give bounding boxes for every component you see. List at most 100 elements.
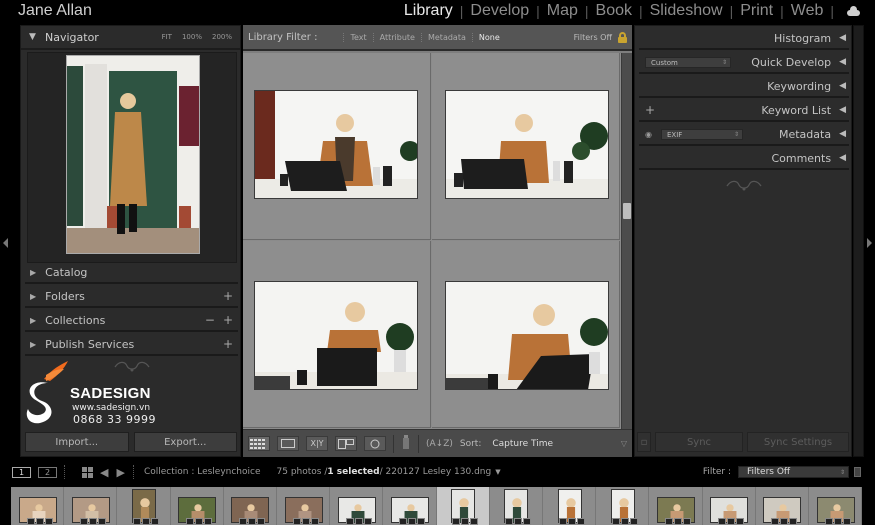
painter-spray-can-icon[interactable] [401,434,411,454]
filmstrip-frame[interactable] [223,487,277,525]
filter-attribute-tab[interactable]: Attribute [372,32,421,42]
filmstrip-frame[interactable] [543,487,597,525]
collection-badge-icon[interactable] [345,518,354,525]
keywording-section[interactable]: Keywording ◀ [639,76,849,98]
navigator-photo[interactable] [66,55,200,254]
metadata-preset-dropdown[interactable]: EXIF ⇕ [661,129,743,140]
develop-badge-icon[interactable] [523,518,532,525]
keyword-list-section[interactable]: + Keyword List ◀ [639,100,849,122]
crop-badge-icon[interactable] [567,518,576,525]
cloud-icon[interactable] [845,6,861,16]
grid-cell[interactable] [432,53,620,240]
filename-dropdown-icon[interactable]: ▼ [495,468,500,476]
publish-services-section[interactable]: ▶ Publish Services + [25,334,238,356]
develop-badge-icon[interactable] [789,518,798,525]
module-print[interactable]: Print [738,2,775,20]
comments-section[interactable]: Comments ◀ [639,148,849,170]
grid-view-icon[interactable] [248,436,270,451]
crop-badge-icon[interactable] [88,518,97,525]
catalog-section[interactable]: ▶ Catalog [25,262,238,284]
filmstrip-frame[interactable] [649,487,703,525]
toolbar-options-chevron-icon[interactable]: ▽ [621,439,627,448]
export-button[interactable]: Export... [133,432,237,452]
auto-sync-switch[interactable]: ▫ [637,432,651,452]
module-map[interactable]: Map [545,2,580,20]
crop-badge-icon[interactable] [301,518,310,525]
collections-section[interactable]: ▶ Collections − + [25,310,238,332]
module-develop[interactable]: Develop [468,2,531,20]
filmstrip-frame[interactable] [64,487,118,525]
collection-badge-icon[interactable] [771,518,780,525]
saved-preset-dropdown[interactable]: Custom ⇕ [645,57,731,68]
sort-dropdown[interactable]: Capture Time [492,439,553,449]
collection-badge-icon[interactable] [452,518,461,525]
filter-none-tab[interactable]: None [471,32,506,42]
grid-cell[interactable] [243,53,431,240]
filmstrip-frame[interactable] [596,487,650,525]
add-keyword-icon[interactable]: + [645,103,655,117]
crop-badge-icon[interactable] [407,518,416,525]
grid-view-icon[interactable] [82,466,93,478]
crop-badge-icon[interactable] [35,518,44,525]
collection-badge-icon[interactable] [824,518,833,525]
navigator-preview[interactable] [27,52,237,263]
crop-badge-icon[interactable] [248,518,257,525]
filmstrip-frame[interactable] [809,487,862,525]
crop-badge-icon[interactable] [673,518,682,525]
crop-badge-icon[interactable] [727,518,736,525]
loupe-view-icon[interactable] [277,436,299,451]
develop-badge-icon[interactable] [204,518,213,525]
sync-settings-button[interactable]: Sync Settings [747,432,849,452]
filmstrip-frame[interactable] [755,487,809,525]
module-slideshow[interactable]: Slideshow [648,2,725,20]
develop-badge-icon[interactable] [416,518,425,525]
develop-badge-icon[interactable] [576,518,585,525]
collection-badge-icon[interactable] [26,518,35,525]
remove-collection-icon[interactable]: − [205,313,215,327]
crop-badge-icon[interactable] [461,518,470,525]
develop-badge-icon[interactable] [97,518,106,525]
filmstrip-filter-dropdown[interactable]: Filters Off ⇕ [738,466,849,478]
develop-badge-icon[interactable] [363,518,372,525]
primary-monitor-button[interactable]: 1 [12,466,31,478]
filmstrip-frame[interactable] [170,487,224,525]
develop-badge-icon[interactable] [310,518,319,525]
collection-badge-icon[interactable] [132,518,141,525]
collection-badge-icon[interactable] [398,518,407,525]
import-button[interactable]: Import... [25,432,129,452]
collection-badge-icon[interactable] [718,518,727,525]
crop-badge-icon[interactable] [620,518,629,525]
collection-badge-icon[interactable] [558,518,567,525]
module-book[interactable]: Book [594,2,634,20]
photo-thumbnail[interactable] [445,281,609,390]
photo-thumbnail[interactable] [254,90,418,199]
forward-arrow-icon[interactable]: ▶ [116,466,124,479]
filmstrip-frame[interactable] [277,487,331,525]
histogram-section[interactable]: Histogram ◀ [639,28,849,50]
develop-badge-icon[interactable] [257,518,266,525]
collection-badge-icon[interactable] [239,518,248,525]
grid-scrollbar[interactable] [621,53,632,429]
people-view-icon[interactable] [364,436,386,451]
sort-direction-icon[interactable]: (A↓Z) [426,439,453,449]
compare-view-icon[interactable]: X|Y [306,436,328,451]
crop-badge-icon[interactable] [780,518,789,525]
right-panel-toggle-icon[interactable] [867,238,872,248]
sync-button[interactable]: Sync [655,432,743,452]
develop-badge-icon[interactable] [629,518,638,525]
filmstrip-frame[interactable] [117,487,171,525]
crop-badge-icon[interactable] [514,518,523,525]
add-collection-icon[interactable]: + [223,313,233,327]
add-publish-service-icon[interactable]: + [223,337,233,351]
crop-badge-icon[interactable] [354,518,363,525]
collection-badge-icon[interactable] [79,518,88,525]
module-web[interactable]: Web [789,2,826,20]
filmstrip-frame[interactable] [11,487,65,525]
zoom-200[interactable]: 200% [212,33,232,41]
folders-section[interactable]: ▶ Folders + [25,286,238,308]
develop-badge-icon[interactable] [44,518,53,525]
metadata-section[interactable]: ◉ EXIF ⇕ Metadata ◀ [639,124,849,146]
filter-metadata-tab[interactable]: Metadata [420,32,472,42]
source-collection[interactable]: Collection : Lesleynchoice [144,467,261,477]
develop-badge-icon[interactable] [682,518,691,525]
